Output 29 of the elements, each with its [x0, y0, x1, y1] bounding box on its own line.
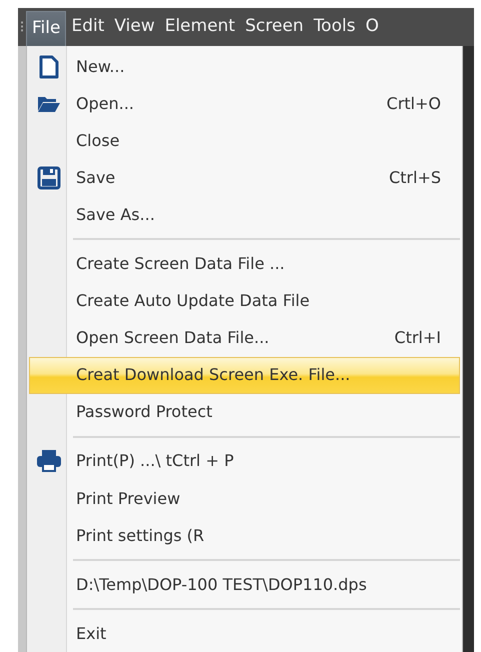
- menu-item[interactable]: Save Ctrl+S: [29, 159, 460, 196]
- menu-bar-item[interactable]: Element: [160, 8, 240, 46]
- menu-item[interactable]: Open Screen Data File... Ctrl+I: [29, 320, 460, 357]
- shortcut-text: Crtl+O: [386, 92, 442, 115]
- menu-bar-item[interactable]: View: [109, 8, 160, 46]
- menu-item[interactable]: Print(P) ...\ tCtrl + P: [29, 442, 460, 480]
- document-icon: [38, 54, 60, 79]
- menu-item[interactable]: Print Preview: [29, 480, 460, 518]
- shortcut-text: Ctrl+I: [394, 327, 442, 350]
- menu-item[interactable]: Exit: [29, 615, 460, 652]
- menu-item[interactable]: Create Auto Update Data File: [29, 282, 460, 320]
- folder-icon: [37, 94, 61, 113]
- menu-item[interactable]: Print settings (R: [29, 517, 460, 554]
- menu-item[interactable]: New...: [29, 48, 460, 86]
- shortcut-text: Ctrl+S: [388, 166, 442, 189]
- toolbar-grip[interactable]: ⁝: [18, 8, 26, 46]
- menu-bar-item[interactable]: O: [360, 8, 384, 46]
- menu-item[interactable]: Creat Download Screen Exe. File...: [29, 356, 460, 394]
- menu-item[interactable]: Save As...: [29, 196, 460, 234]
- menu-item[interactable]: Close: [29, 122, 460, 160]
- menu-item[interactable]: D:\Temp\DOP-100 TEST\DOP110.dps: [29, 566, 460, 604]
- menu-bar-item[interactable]: Screen: [240, 8, 309, 46]
- menu-bar-item[interactable]: Tools: [308, 8, 360, 46]
- printer-icon: [36, 449, 62, 474]
- menu-item[interactable]: Password Protect: [29, 394, 460, 431]
- menu-bar-item[interactable]: File: [26, 11, 66, 46]
- menu-item[interactable]: Open... Crtl+O: [29, 85, 460, 122]
- menu-item[interactable]: Create Screen Data File ...: [29, 245, 460, 283]
- menu-bar-item[interactable]: Edit: [66, 8, 110, 46]
